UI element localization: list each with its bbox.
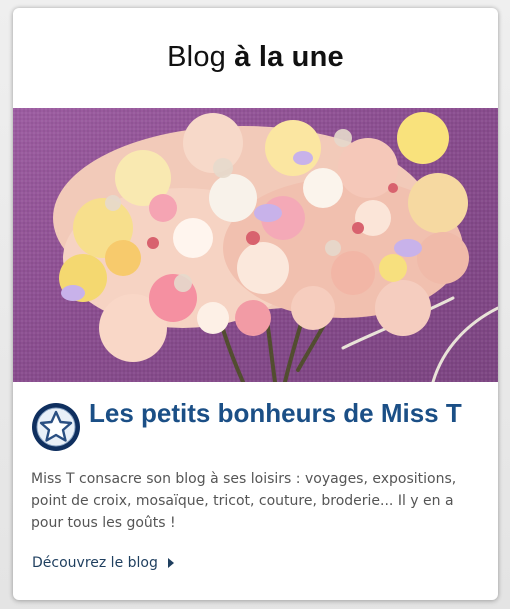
blog-description: Miss T consacre son blog à ses loisirs :… <box>31 471 457 531</box>
card-title: Blog à la une <box>167 41 344 74</box>
blog-title[interactable]: Les petits bonheurs de Miss T <box>89 398 462 427</box>
caret-right-icon <box>167 558 174 568</box>
star-icon <box>32 403 80 451</box>
featured-image[interactable] <box>13 108 498 382</box>
card-title-regular: Blog <box>167 40 226 73</box>
card-header: Blog à la une <box>13 8 498 108</box>
card-title-bold: à la une <box>234 40 344 73</box>
featured-blog-card: Blog à la une Les petits bonheurs de Mis… <box>13 8 498 600</box>
discover-blog-label: Découvrez le blog <box>32 555 158 571</box>
discover-blog-link[interactable]: Découvrez le blog <box>32 555 174 571</box>
page: Blog à la une Les petits bonheurs de Mis… <box>0 0 510 609</box>
blog-header-row: Les petits bonheurs de Miss T <box>13 382 498 452</box>
